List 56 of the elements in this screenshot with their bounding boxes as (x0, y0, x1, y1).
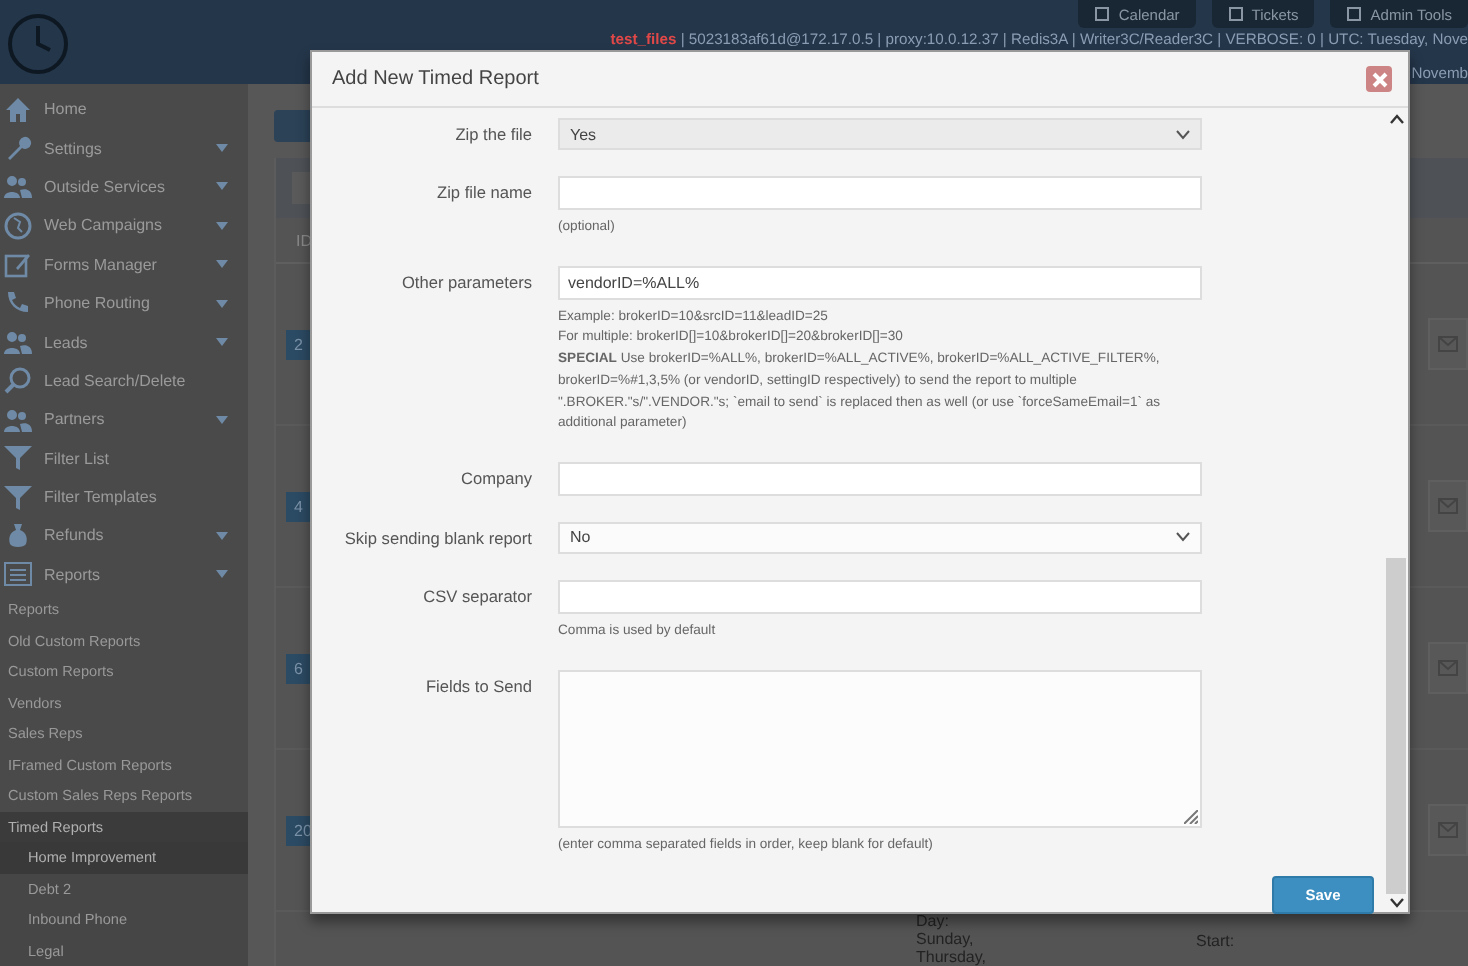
email-button[interactable] (1428, 318, 1468, 370)
select-field[interactable]: No (558, 521, 1202, 554)
email-button[interactable] (1428, 804, 1468, 856)
nav-icon (1227, 6, 1244, 22)
field-label: Fields to Send (423, 673, 532, 700)
sidebar-item[interactable]: Web Campaigns (0, 206, 248, 246)
id-badge: 4 (286, 491, 311, 521)
input-field[interactable] (558, 579, 1202, 614)
sidebar-item[interactable]: Home (0, 90, 248, 129)
funnel-icon (4, 483, 32, 512)
scroll-up-icon[interactable] (1389, 114, 1403, 124)
funnel-icon (4, 444, 32, 473)
field-label: Company (458, 465, 532, 492)
field-label: Zip file name (435, 180, 532, 206)
sidebar-item[interactable]: Partners (0, 400, 248, 440)
nav-icon (1346, 6, 1363, 22)
close-button[interactable] (1366, 66, 1392, 92)
sidebar-item[interactable]: Filter List (0, 439, 248, 478)
sidebar-item[interactable]: Leads (0, 322, 248, 362)
sidebar-item[interactable]: Phone Routing (0, 283, 248, 323)
home-icon (4, 95, 32, 124)
email-button[interactable] (1428, 642, 1468, 694)
phone-icon (4, 289, 32, 318)
clock-logo-icon (4, 8, 72, 76)
resize-grip-icon[interactable] (1184, 809, 1198, 824)
input-field[interactable] (558, 176, 1202, 210)
sidebar-item[interactable]: Lead Search/Delete (0, 361, 248, 401)
field-label: CSV separator (421, 583, 532, 610)
dialog-title: Add New Timed Report (332, 68, 539, 90)
chevron-down-icon (1176, 129, 1190, 139)
people-icon (4, 172, 32, 201)
sidebar-item[interactable]: Settings (0, 128, 248, 168)
scroll-down-icon[interactable] (1389, 898, 1403, 908)
sidebar-item[interactable]: Outside Services (0, 167, 248, 207)
field-label: Other parameters (399, 269, 532, 296)
email-button[interactable] (1428, 480, 1468, 532)
field-label: Zip the file (453, 122, 532, 148)
chevron-down-icon (1176, 532, 1190, 543)
sidebar-item[interactable]: Refunds (0, 516, 248, 556)
list-icon (4, 560, 32, 589)
input-field[interactable] (558, 461, 1202, 496)
sidebar-item[interactable]: Filter Templates (0, 477, 248, 517)
pencil-icon (4, 250, 32, 279)
sidebar-item[interactable]: Reports (0, 555, 248, 595)
bag-icon (4, 521, 32, 550)
people-icon (4, 405, 32, 434)
textarea-field[interactable] (558, 669, 1202, 828)
nav-icon (1094, 6, 1111, 22)
input-field[interactable]: vendorID=%ALL% (558, 265, 1202, 300)
close-icon (1371, 71, 1387, 87)
field-label: Skip sending blank report (342, 525, 532, 552)
id-badge: 6 (286, 653, 311, 683)
sidebar-item[interactable]: Forms Manager (0, 245, 248, 284)
people-icon (4, 328, 32, 357)
id-badge: 2 (286, 329, 311, 359)
search-icon (4, 366, 32, 395)
